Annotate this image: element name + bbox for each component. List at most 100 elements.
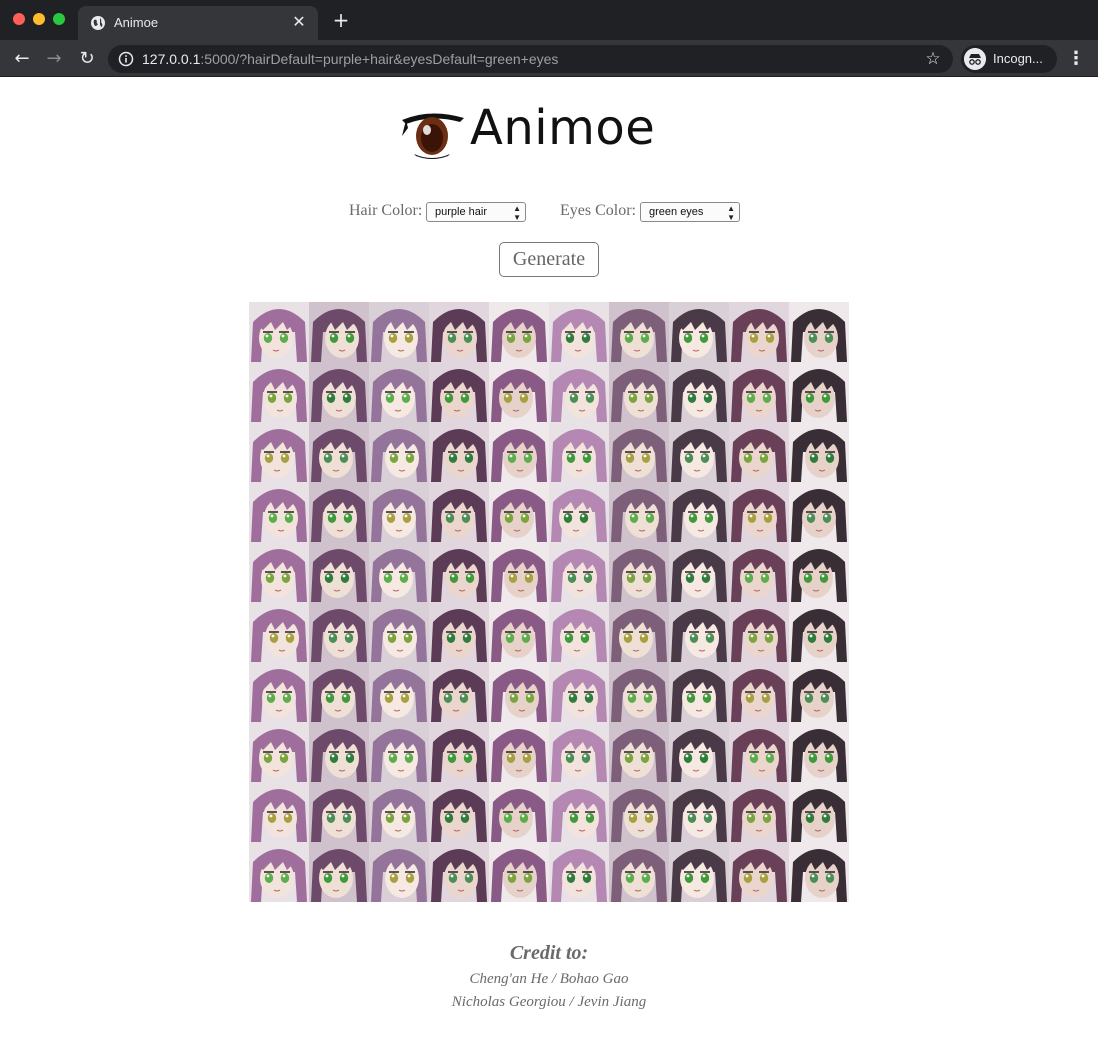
generated-face-image	[549, 722, 609, 782]
generated-face-image	[309, 362, 369, 422]
generated-face-image	[609, 722, 669, 782]
generated-face-image	[429, 302, 489, 362]
credit-authors-line-1: Cheng'an He / Bohao Gao	[469, 971, 629, 987]
generated-face-image	[429, 362, 489, 422]
generated-face-image	[429, 662, 489, 722]
generated-face-image	[489, 602, 549, 662]
generated-face-image	[669, 722, 729, 782]
generated-face-image	[369, 422, 429, 482]
eyes-color-label: Eyes Color:	[560, 202, 636, 219]
generated-face-image	[609, 842, 669, 902]
generated-face-image	[309, 662, 369, 722]
forward-icon[interactable]: →	[42, 47, 66, 71]
generated-face-image	[489, 302, 549, 362]
url-text: 127.0.0.1:5000/?hairDefault=purple+hair&…	[142, 51, 558, 67]
site-logo[interactable]: Animoe	[400, 100, 670, 164]
plus-icon[interactable]: +	[330, 9, 352, 31]
logo-text: Animoe	[470, 100, 656, 156]
minimize-window-button[interactable]	[33, 13, 45, 25]
generated-face-image	[729, 422, 789, 482]
generated-face-image	[789, 842, 849, 902]
maximize-window-button[interactable]	[53, 13, 65, 25]
generated-face-image	[429, 782, 489, 842]
credit-title: Credit to:	[509, 942, 589, 964]
generated-face-image	[789, 722, 849, 782]
globe-icon	[91, 16, 105, 30]
incognito-profile-button[interactable]: Incogn...	[961, 45, 1057, 73]
generated-face-image	[789, 302, 849, 362]
generated-face-image	[369, 482, 429, 542]
generated-face-image	[609, 542, 669, 602]
generated-face-image	[549, 602, 609, 662]
generated-face-image	[249, 302, 309, 362]
generated-face-image	[789, 662, 849, 722]
generated-face-image	[729, 542, 789, 602]
generated-face-image	[669, 302, 729, 362]
generated-face-image	[549, 542, 609, 602]
generated-face-image	[369, 302, 429, 362]
generated-face-image	[489, 662, 549, 722]
generated-face-image	[609, 482, 669, 542]
generated-face-image	[669, 362, 729, 422]
generated-face-image	[249, 662, 309, 722]
close-icon[interactable]: ✕	[288, 11, 310, 33]
anime-eye-icon	[402, 113, 464, 159]
generated-face-image	[429, 602, 489, 662]
generate-button[interactable]: Generate	[499, 242, 599, 277]
generated-face-image	[609, 602, 669, 662]
generated-face-image	[609, 302, 669, 362]
generated-face-image	[489, 542, 549, 602]
generated-face-image	[669, 422, 729, 482]
generated-face-image	[369, 842, 429, 902]
generated-face-image	[789, 482, 849, 542]
generated-face-image	[249, 542, 309, 602]
eyes-color-select[interactable]: green eyes ▲ ▼	[640, 202, 740, 222]
page-content: Animoe Hair Color: purple hair ▲ ▼ Eyes C…	[0, 78, 1098, 1042]
generated-face-image	[429, 482, 489, 542]
generated-face-image	[729, 782, 789, 842]
tab-title: Animoe	[114, 15, 159, 30]
incognito-icon	[964, 48, 986, 70]
generated-face-image	[489, 422, 549, 482]
hair-color-select[interactable]: purple hair ▲ ▼	[426, 202, 526, 222]
generated-face-image	[669, 482, 729, 542]
url-path: :5000/?hairDefault=purple+hair&eyesDefau…	[200, 51, 559, 67]
generated-face-image	[309, 422, 369, 482]
generated-face-image	[249, 422, 309, 482]
kebab-menu-icon[interactable]: ⋮	[1066, 48, 1086, 70]
info-icon[interactable]	[118, 51, 134, 67]
url-host: 127.0.0.1	[142, 51, 201, 67]
address-bar[interactable]: 127.0.0.1:5000/?hairDefault=purple+hair&…	[108, 45, 953, 73]
close-window-button[interactable]	[13, 13, 25, 25]
generated-face-image	[429, 422, 489, 482]
generated-face-image	[789, 542, 849, 602]
generated-face-image	[729, 662, 789, 722]
hair-color-label: Hair Color:	[349, 202, 423, 219]
generated-face-image	[309, 842, 369, 902]
generated-face-image	[729, 602, 789, 662]
generated-face-image	[729, 482, 789, 542]
generated-face-image	[489, 482, 549, 542]
eyes-color-value: green eyes	[649, 206, 704, 218]
credit-section: Credit to: Cheng'an He / Bohao Gao Nicho…	[0, 942, 1098, 1011]
hair-color-value: purple hair	[435, 206, 487, 218]
generated-face-image	[609, 362, 669, 422]
chevron-updown-icon: ▲ ▼	[727, 204, 735, 222]
generated-face-image	[609, 422, 669, 482]
generated-face-image	[369, 722, 429, 782]
reload-icon[interactable]: ↻	[75, 47, 99, 71]
generated-face-image	[549, 302, 609, 362]
generated-face-image	[429, 842, 489, 902]
generated-face-image	[369, 662, 429, 722]
browser-tab[interactable]: Animoe ✕	[78, 6, 318, 40]
back-icon[interactable]: ←	[10, 47, 34, 71]
credit-authors-line-2: Nicholas Georgiou / Jevin Jiang	[451, 994, 647, 1010]
generated-face-image	[249, 782, 309, 842]
generated-face-image	[249, 722, 309, 782]
generated-face-image	[729, 722, 789, 782]
chevron-updown-icon: ▲ ▼	[513, 204, 521, 222]
generated-face-image	[729, 302, 789, 362]
browser-tab-bar: Animoe ✕ +	[0, 0, 1098, 40]
generated-face-image	[549, 422, 609, 482]
star-icon[interactable]: ☆	[923, 49, 943, 69]
